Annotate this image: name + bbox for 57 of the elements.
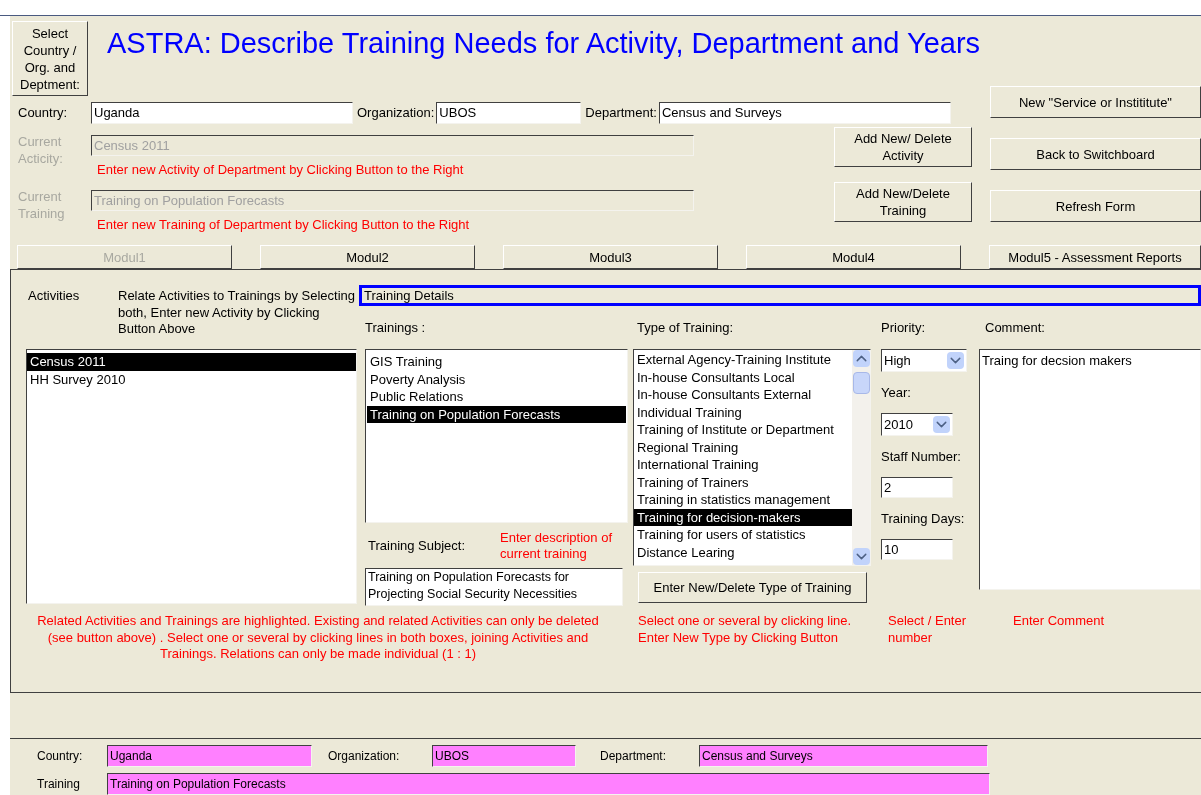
dropdown[interactable]: 2010	[881, 413, 953, 437]
header-field[interactable]: Census and Surveys	[658, 102, 951, 124]
footer-field: Training on Population Forecasts	[107, 773, 990, 795]
form-title: ASTRA: Describe Training Needs for Activity, Department and Years	[107, 26, 981, 61]
type-label: Type of Training:	[636, 319, 735, 338]
subject-label: Training Subject:	[367, 537, 467, 556]
side-button[interactable]: Refresh Form	[990, 190, 1201, 222]
number-label: Training Days:	[881, 510, 966, 529]
header-field[interactable]: UBOS	[436, 102, 582, 124]
type-button[interactable]: Enter New/Delete Type of Training	[638, 572, 867, 604]
scroll-thumb[interactable]	[852, 371, 870, 394]
field-label: Organization:	[357, 104, 435, 123]
module-tab[interactable]: Modul3	[503, 245, 718, 270]
number-label: Staff Number:	[881, 448, 962, 467]
module-tab[interactable]: Modul2	[260, 245, 475, 270]
activities-label: Activities	[27, 288, 81, 306]
type-hint: Select one or several by clicking line. Enter New Type by Clicking Button	[638, 613, 853, 647]
number-hint: Select / Enter number	[888, 613, 968, 647]
scroll-up-icon[interactable]	[852, 350, 870, 368]
field-label: Country:	[17, 104, 69, 123]
side-button[interactable]: Back to Switchboard	[990, 138, 1201, 170]
header-field[interactable]: Uganda	[91, 102, 353, 124]
number-field[interactable]: 10	[881, 539, 953, 561]
field-label: Current Acticity:	[17, 133, 64, 167]
comment-field[interactable]: Traing for decsion makers	[979, 349, 1201, 591]
number-label: Priority:	[881, 319, 927, 338]
side-button[interactable]: New "Service or Instititute"	[990, 86, 1201, 118]
module-tab[interactable]: Modul5 - Assessment Reports	[989, 245, 1201, 270]
activities-hint: Relate Activities to Trainings by Selecting both, Enter new Activity by Clicking Button Above	[118, 288, 356, 339]
module-tab[interactable]: Modul4	[746, 245, 961, 270]
footer-field: UBOS	[432, 745, 576, 767]
select-button[interactable]: Select Country / Org. and Deptment:	[12, 21, 88, 96]
footer-field: Uganda	[107, 745, 312, 767]
footer-label: Organization:	[327, 748, 401, 765]
section-title: Training Details	[359, 285, 1201, 307]
comment-hint: Enter Comment	[1013, 613, 1105, 631]
scroll-down-icon[interactable]	[852, 548, 870, 566]
footer-field: Census and Surveys	[699, 745, 988, 767]
hint-text: Enter new Activity of Department by Clicking Button to the Right	[96, 161, 465, 179]
subject-hint: Enter description of current training	[500, 529, 613, 562]
subject-field[interactable]: Training on Population Forecasts for Projecting Social Security Necessities	[365, 568, 623, 607]
number-field[interactable]: 2	[881, 477, 953, 499]
hint-text: Enter new Training of Department by Clicking Button to the Right	[96, 216, 471, 234]
footer-label: Country:	[36, 748, 84, 765]
dropdown[interactable]: High	[881, 349, 967, 373]
comment-label: Comment:	[984, 319, 1046, 338]
field-label: Current Training	[17, 188, 66, 222]
trainings-list[interactable]: GIS Training Poverty Analysis Public Relations Training on Population Forecasts	[365, 349, 628, 524]
number-label: Year:	[881, 384, 912, 403]
type-list[interactable]	[633, 349, 871, 567]
footer-label: Department:	[599, 748, 668, 765]
activities-list[interactable]: Census 2011 HH Survey 2010	[26, 349, 357, 605]
trainings-label: Trainings :	[365, 319, 427, 338]
activities-note: Related Activities and Trainings are highlighted. Existing and related Activities can only be deleted (see button above) . Select one or several by clicking lines in both boxes, joining Activities and Trainings. Relations can only be made individual (1 : 1)	[36, 613, 600, 663]
field-label: Department:	[585, 104, 657, 123]
activity-item[interactable]: Census 2011	[27, 353, 356, 371]
footer-label: Training	[36, 776, 81, 793]
